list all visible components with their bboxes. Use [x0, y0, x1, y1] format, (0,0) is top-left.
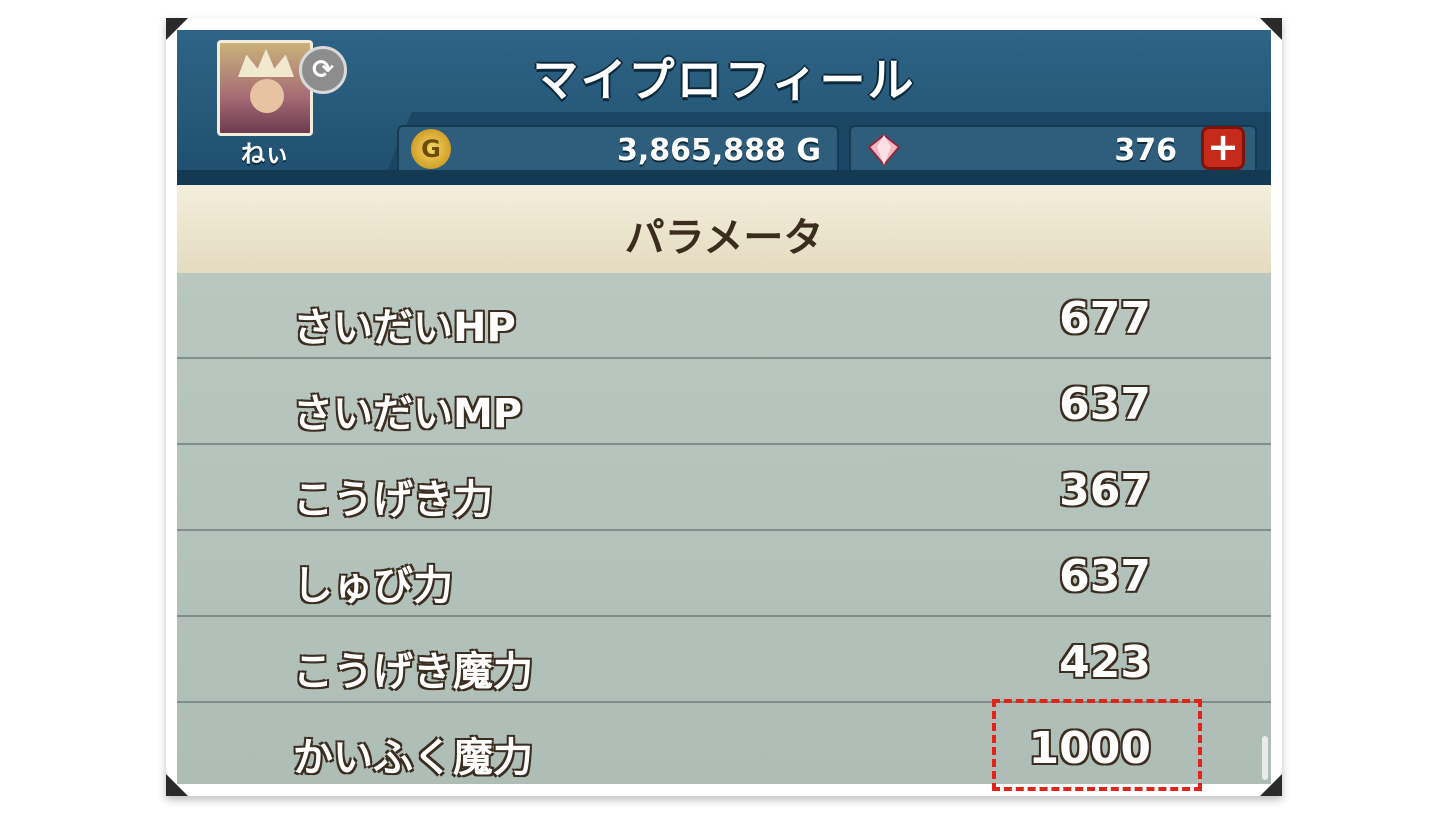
param-row-attack-magic: こうげき魔力 423 — [177, 617, 1271, 703]
crown-icon — [238, 49, 294, 77]
gold-display: G 3,865,888 G — [397, 125, 839, 175]
gem-value: 376 — [1114, 133, 1177, 168]
scrollbar[interactable] — [1262, 736, 1268, 780]
add-gems-button[interactable]: + — [1201, 126, 1245, 170]
param-label: かいふく魔力 — [293, 735, 533, 781]
gold-coin-icon: G — [411, 129, 451, 169]
param-row-max-hp: さいだいHP 677 — [177, 273, 1271, 359]
param-value: 637 — [1059, 551, 1151, 602]
param-value: 367 — [1059, 465, 1151, 516]
param-label: こうげき魔力 — [293, 649, 533, 695]
section-header: パラメータ — [177, 185, 1271, 273]
character-face — [250, 79, 284, 113]
param-value: 423 — [1059, 637, 1151, 688]
gold-value: 3,865,888 G — [617, 133, 821, 168]
param-row-max-mp: さいだいMP 637 — [177, 359, 1271, 445]
param-label: さいだいHP — [293, 305, 516, 351]
game-screen: マイプロフィール ⟳ ねぃ G 3,865,888 G 376 + パラメータ … — [177, 30, 1271, 784]
param-label: しゅび力 — [293, 563, 453, 609]
gem-icon — [867, 133, 901, 167]
param-value: 637 — [1059, 379, 1151, 430]
refresh-icon[interactable]: ⟳ — [299, 46, 347, 94]
param-label: こうげき力 — [293, 477, 493, 523]
highlight-annotation — [992, 699, 1202, 791]
param-row-defense: しゅび力 637 — [177, 531, 1271, 617]
param-label: さいだいMP — [293, 391, 523, 437]
param-row-attack: こうげき力 367 — [177, 445, 1271, 531]
profile-header: マイプロフィール ⟳ ねぃ G 3,865,888 G 376 + — [177, 30, 1271, 185]
gem-display: 376 + — [849, 125, 1257, 175]
param-value: 677 — [1059, 293, 1151, 344]
player-name: ねぃ — [241, 140, 289, 168]
header-divider — [177, 170, 1271, 185]
section-title: パラメータ — [624, 215, 824, 261]
avatar[interactable] — [217, 40, 313, 136]
